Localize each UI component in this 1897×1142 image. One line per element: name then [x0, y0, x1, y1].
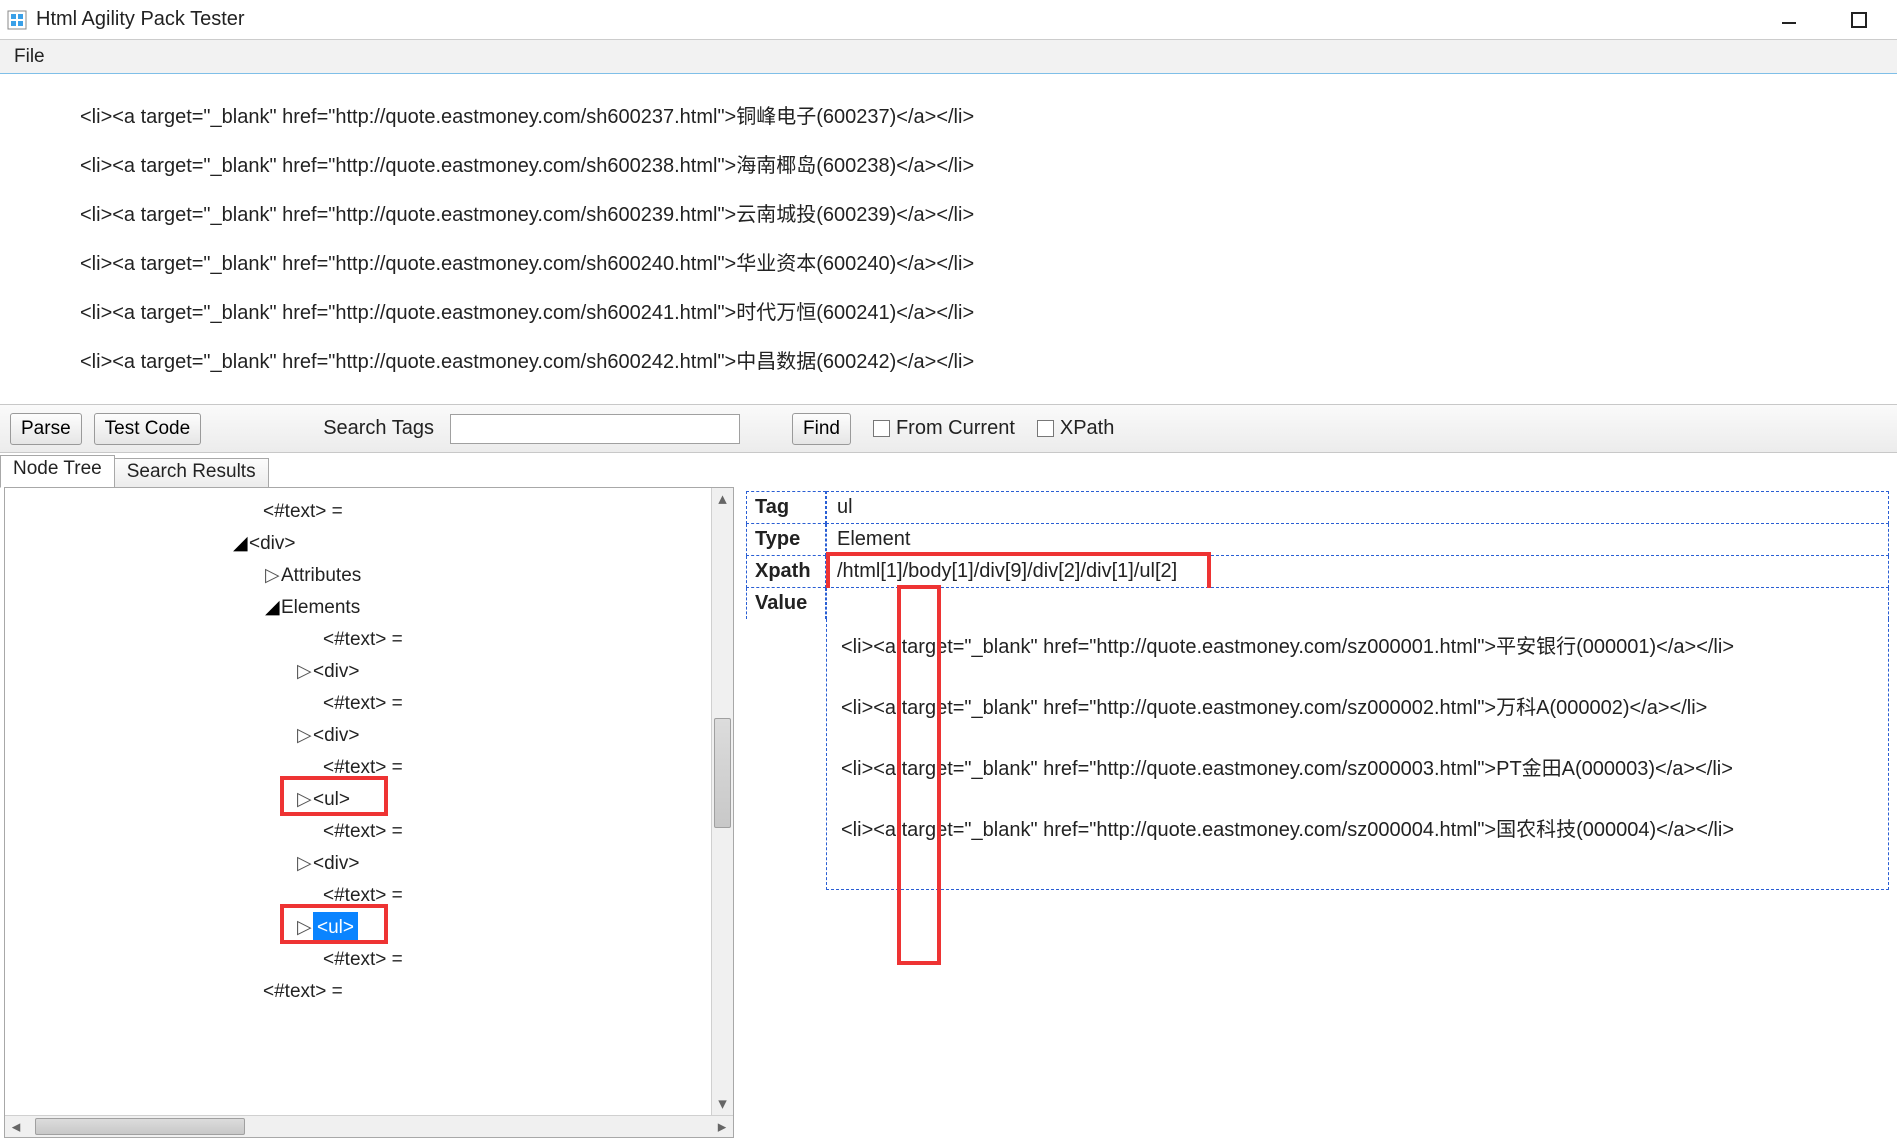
- expand-icon[interactable]: ▷: [297, 848, 311, 880]
- tree-node-label: <div>: [313, 656, 359, 688]
- scrollbar-thumb[interactable]: [35, 1118, 245, 1135]
- html-source-line: <li><a target="_blank" href="http://quot…: [0, 335, 1897, 384]
- expand-icon[interactable]: ▷: [265, 560, 279, 592]
- tree-node[interactable]: <#text> =: [9, 944, 708, 976]
- xpath-label: XPath: [1060, 417, 1114, 440]
- tree-node-label: <#text> =: [323, 752, 403, 784]
- detail-value-line: <li><a target="_blank" href="http://quot…: [841, 631, 1874, 664]
- tree-node-label: <ul>: [313, 784, 350, 816]
- detail-tag-label: Tag: [746, 491, 826, 524]
- vertical-scrollbar[interactable]: ▴ ▾: [711, 488, 733, 1115]
- titlebar-left: Html Agility Pack Tester: [6, 8, 245, 31]
- node-tree-pane: <#text> =◢<div>▷Attributes◢Elements<#tex…: [4, 487, 734, 1138]
- expand-icon[interactable]: ▷: [297, 784, 311, 816]
- maximize-icon[interactable]: [1843, 4, 1875, 36]
- from-current-checkbox[interactable]: From Current: [873, 417, 1015, 440]
- scroll-left-icon[interactable]: ◂: [5, 1116, 27, 1137]
- test-code-button[interactable]: Test Code: [94, 413, 202, 445]
- tree-node-label: <#text> =: [263, 976, 343, 1008]
- node-detail-pane: Tag ul Type Element Xpath /html[1]/body[…: [738, 487, 1897, 1142]
- tree-node[interactable]: <#text> =: [9, 880, 708, 912]
- expand-icon[interactable]: ▷: [297, 912, 311, 944]
- html-source-line: <li><a target="_blank" href="http://quot…: [0, 139, 1897, 188]
- scrollbar-thumb[interactable]: [714, 718, 731, 828]
- tree-node-label: Attributes: [281, 560, 361, 592]
- tree-node[interactable]: ◢<div>: [9, 528, 708, 560]
- tree-node[interactable]: ▷<ul>: [9, 912, 708, 944]
- expand-icon[interactable]: ▷: [297, 720, 311, 752]
- app-icon: [6, 9, 28, 31]
- tabs-row: Node Tree Search Results: [0, 453, 1897, 487]
- detail-value-label: Value: [746, 588, 826, 619]
- detail-value-body: <li><a target="_blank" href="http://quot…: [826, 619, 1889, 890]
- collapse-icon[interactable]: ◢: [233, 528, 247, 560]
- checkbox-icon: [873, 420, 890, 437]
- detail-type-label: Type: [746, 524, 826, 556]
- tree-node[interactable]: ▷<div>: [9, 656, 708, 688]
- detail-value-line: <li><a target="_blank" href="http://quot…: [841, 692, 1874, 725]
- detail-xpath-value: /html[1]/body[1]/div[9]/div[2]/div[1]/ul…: [826, 556, 1889, 588]
- find-button[interactable]: Find: [792, 413, 851, 445]
- detail-value-spacer: [826, 588, 1889, 619]
- scroll-right-icon[interactable]: ▸: [711, 1116, 733, 1137]
- menu-file[interactable]: File: [6, 42, 53, 72]
- tab-node-tree[interactable]: Node Tree: [0, 455, 115, 488]
- tree-node[interactable]: <#text> =: [9, 976, 708, 1008]
- menubar: File: [0, 40, 1897, 74]
- tree-node-label: <div>: [249, 528, 295, 560]
- detail-type-value: Element: [826, 524, 1889, 556]
- tree-node-label: <ul>: [313, 912, 358, 944]
- lower-split: <#text> =◢<div>▷Attributes◢Elements<#tex…: [0, 487, 1897, 1142]
- detail-value-line: <li><a target="_blank" href="http://quot…: [841, 753, 1874, 786]
- minimize-icon[interactable]: [1773, 4, 1805, 36]
- tree-node-label: <#text> =: [323, 688, 403, 720]
- tree-node-label: <#text> =: [323, 944, 403, 976]
- html-source-line: <li><a target="_blank" href="http://quot…: [0, 286, 1897, 335]
- tree-node-label: <#text> =: [323, 880, 403, 912]
- expand-icon[interactable]: ▷: [297, 656, 311, 688]
- tree-node[interactable]: ▷<ul>: [9, 784, 708, 816]
- tree-node[interactable]: ▷<div>: [9, 720, 708, 752]
- parse-button[interactable]: Parse: [10, 413, 82, 445]
- tree-node[interactable]: <#text> =: [9, 688, 708, 720]
- tree-node-label: Elements: [281, 592, 360, 624]
- search-tags-input[interactable]: [450, 414, 740, 444]
- detail-tag-value: ul: [826, 491, 1889, 524]
- html-source-line: <li><a target="_blank" href="http://quot…: [0, 90, 1897, 139]
- html-source-line: <li><a target="_blank" href="http://quot…: [0, 188, 1897, 237]
- tree-node-label: <#text> =: [323, 624, 403, 656]
- scroll-down-icon[interactable]: ▾: [712, 1093, 733, 1115]
- horizontal-scrollbar[interactable]: ◂ ▸: [5, 1115, 733, 1137]
- html-source-line: <li><a target="_blank" href="http://quot…: [0, 237, 1897, 286]
- collapse-icon[interactable]: ◢: [265, 592, 279, 624]
- tree-node[interactable]: <#text> =: [9, 752, 708, 784]
- checkbox-icon: [1037, 420, 1054, 437]
- tree-node[interactable]: ▷Attributes: [9, 560, 708, 592]
- tree-node-label: <#text> =: [323, 816, 403, 848]
- search-tags-label: Search Tags: [323, 417, 434, 440]
- tree-node-label: <#text> =: [263, 496, 343, 528]
- detail-xpath-label: Xpath: [746, 556, 826, 588]
- tree-node[interactable]: ▷<div>: [9, 848, 708, 880]
- tree-node[interactable]: <#text> =: [9, 624, 708, 656]
- tree-node-label: <div>: [313, 720, 359, 752]
- toolbar: Parse Test Code Search Tags Find From Cu…: [0, 404, 1897, 453]
- node-tree[interactable]: <#text> =◢<div>▷Attributes◢Elements<#tex…: [9, 496, 708, 1112]
- tree-node-label: <div>: [313, 848, 359, 880]
- tree-node[interactable]: <#text> =: [9, 816, 708, 848]
- xpath-checkbox[interactable]: XPath: [1037, 417, 1114, 440]
- window-title: Html Agility Pack Tester: [36, 8, 245, 31]
- scroll-up-icon[interactable]: ▴: [712, 488, 733, 510]
- detail-value-line: <li><a target="_blank" href="http://quot…: [841, 814, 1874, 847]
- window-controls: [1773, 4, 1893, 36]
- from-current-label: From Current: [896, 417, 1015, 440]
- tree-node[interactable]: <#text> =: [9, 496, 708, 528]
- tree-node[interactable]: ◢Elements: [9, 592, 708, 624]
- tab-search-results[interactable]: Search Results: [114, 458, 269, 488]
- html-source-area[interactable]: <li><a target="_blank" href="http://quot…: [0, 74, 1897, 404]
- window-titlebar: Html Agility Pack Tester: [0, 0, 1897, 40]
